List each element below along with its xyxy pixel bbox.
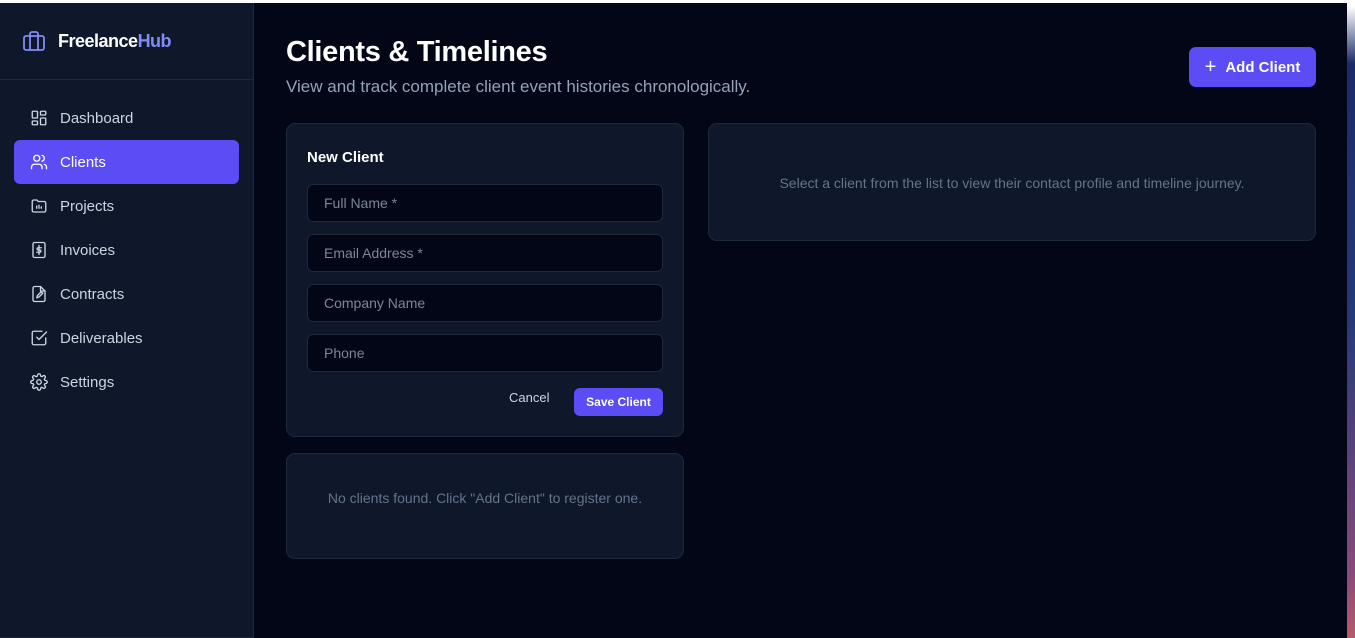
edit-document-icon xyxy=(32,285,46,303)
new-client-form: New Client Cancel Save Client xyxy=(286,123,684,437)
brand-name-part2: Hub xyxy=(137,30,172,51)
sidebar-item-settings[interactable]: Settings xyxy=(14,360,239,404)
dollar-icon xyxy=(32,241,46,259)
window-edge xyxy=(1347,0,1355,638)
client-list: No clients found. Click "Add Client" to … xyxy=(286,453,684,559)
app-window: FreelanceHub Dashboard Clients Projects … xyxy=(0,3,1347,638)
add-client-button[interactable]: + Add Client xyxy=(1189,47,1316,87)
briefcase-icon xyxy=(23,31,45,51)
save-client-button[interactable]: Save Client xyxy=(574,388,663,416)
page-title: Clients & Timelines xyxy=(286,36,548,68)
sidebar-item-label: Dashboard xyxy=(60,109,134,127)
sidebar-item-label: Contracts xyxy=(60,285,125,303)
sidebar-item-label: Clients xyxy=(60,153,106,171)
sidebar-item-contracts[interactable]: Contracts xyxy=(14,272,239,316)
sidebar-item-label: Invoices xyxy=(60,241,116,259)
sidebar-item-label: Projects xyxy=(60,197,115,215)
sidebar-item-deliverables[interactable]: Deliverables xyxy=(14,316,239,360)
folder-icon xyxy=(31,199,47,213)
page-subtitle: View and track complete client event his… xyxy=(286,77,751,96)
sidebar-item-dashboard[interactable]: Dashboard xyxy=(14,96,239,140)
brand-name: FreelanceHub xyxy=(58,30,172,52)
company-input[interactable] xyxy=(307,284,663,322)
brand-name-part1: Freelance xyxy=(58,30,138,51)
add-client-label: Add Client xyxy=(1225,58,1301,76)
checkbox-icon xyxy=(31,330,48,346)
empty-state-message: No clients found. Click "Add Client" to … xyxy=(327,490,643,506)
sidebar-item-projects[interactable]: Projects xyxy=(14,184,239,228)
users-icon xyxy=(30,154,48,170)
form-title: New Client xyxy=(307,149,384,166)
plus-icon: + xyxy=(1204,56,1217,78)
sidebar-nav: Dashboard Clients Projects Invoices Cont… xyxy=(0,80,253,420)
full-name-input[interactable] xyxy=(307,184,663,222)
email-input[interactable] xyxy=(307,234,663,272)
cancel-button[interactable]: Cancel xyxy=(509,390,549,405)
sidebar-item-invoices[interactable]: Invoices xyxy=(14,228,239,272)
sidebar-item-clients[interactable]: Clients xyxy=(14,140,239,184)
phone-input[interactable] xyxy=(307,334,663,372)
sidebar: FreelanceHub Dashboard Clients Projects … xyxy=(0,3,254,638)
sidebar-item-label: Deliverables xyxy=(60,329,143,347)
detail-placeholder: Select a client from the list to view th… xyxy=(779,175,1245,191)
gear-icon xyxy=(30,373,48,391)
main-content: Clients & Timelines View and track compl… xyxy=(254,3,1347,638)
dashboard-icon xyxy=(31,110,47,126)
client-detail-panel: Select a client from the list to view th… xyxy=(708,123,1316,241)
brand[interactable]: FreelanceHub xyxy=(0,3,253,80)
sidebar-item-label: Settings xyxy=(60,373,115,391)
